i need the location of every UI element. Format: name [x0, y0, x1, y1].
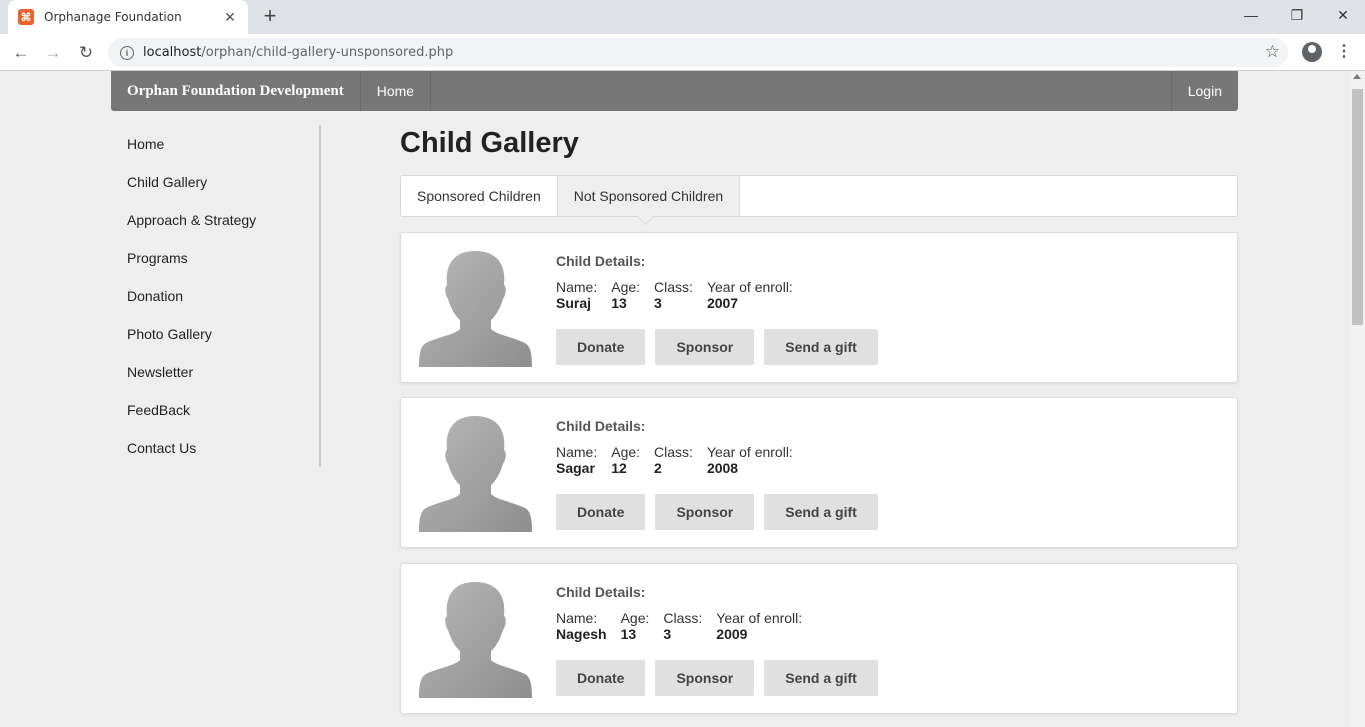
- send-gift-button[interactable]: Send a gift: [764, 494, 878, 530]
- name-label: Name:: [556, 444, 598, 460]
- browser-tab-strip: ⌘ Orphanage Foundation ✕ + — ❐ ✕: [0, 0, 1365, 34]
- age-label: Age:: [611, 444, 641, 460]
- forward-icon[interactable]: →: [40, 40, 66, 66]
- reload-icon[interactable]: ↻: [73, 40, 99, 66]
- nav-login-link[interactable]: Login: [1170, 71, 1238, 111]
- age-label: Age:: [611, 279, 641, 295]
- brand-link[interactable]: Orphan Foundation Development: [111, 71, 361, 111]
- gallery-tabs: Sponsored Children Not Sponsored Childre…: [400, 175, 1238, 217]
- site-favicon-icon: ⌘: [18, 9, 34, 25]
- send-gift-button[interactable]: Send a gift: [764, 329, 878, 365]
- child-year: 2009: [716, 626, 748, 642]
- avatar-placeholder-icon: [419, 251, 532, 367]
- page-viewport: Orphan Foundation Development Home Login…: [0, 71, 1365, 727]
- year-label: Year of enroll:: [706, 444, 793, 460]
- back-icon[interactable]: ←: [8, 40, 34, 66]
- tab-not-sponsored[interactable]: Not Sponsored Children: [557, 176, 741, 216]
- child-class: 3: [654, 295, 662, 311]
- tab-title: Orphanage Foundation: [44, 10, 182, 24]
- child-card: Child Details: Name: Suraj Age: 13 Class: 3…: [400, 232, 1238, 383]
- details-heading: Child Details:: [556, 418, 646, 434]
- sidebar-item-photo-gallery[interactable]: Photo Gallery: [111, 315, 319, 353]
- bookmark-star-icon[interactable]: ☆: [1265, 42, 1280, 62]
- top-navbar: Orphan Foundation Development Home Login: [111, 71, 1238, 111]
- scrollbar-thumb[interactable]: [1352, 89, 1363, 325]
- child-card: Child Details: Name: Sagar Age: 12 Class: 2…: [400, 397, 1238, 548]
- avatar-placeholder-icon: [419, 416, 532, 532]
- child-name: Nagesh: [556, 626, 607, 642]
- sidebar-nav: Home Child Gallery Approach & Strategy P…: [111, 125, 321, 467]
- sidebar-item-approach[interactable]: Approach & Strategy: [111, 201, 319, 239]
- card-actions: Donate Sponsor Send a gift: [556, 494, 878, 530]
- url-host: localhost: [143, 45, 202, 60]
- child-age: 12: [611, 460, 627, 476]
- card-actions: Donate Sponsor Send a gift: [556, 660, 878, 696]
- donate-button[interactable]: Donate: [556, 494, 646, 530]
- name-label: Name:: [556, 610, 598, 626]
- sidebar-item-child-gallery[interactable]: Child Gallery: [111, 163, 319, 201]
- child-details: Child Details: Name: Sagar Age: 12 Class: 2…: [556, 418, 793, 476]
- year-label: Year of enroll:: [716, 610, 803, 626]
- send-gift-button[interactable]: Send a gift: [764, 660, 878, 696]
- info-icon[interactable]: i: [120, 45, 134, 60]
- donate-button[interactable]: Donate: [556, 329, 646, 365]
- child-age: 13: [620, 626, 637, 642]
- close-tab-icon[interactable]: ✕: [222, 9, 238, 26]
- donate-button[interactable]: Donate: [556, 660, 646, 696]
- age-label: Age:: [620, 610, 650, 626]
- child-class: 3: [663, 626, 672, 642]
- year-label: Year of enroll:: [706, 279, 793, 295]
- profile-icon[interactable]: [1302, 42, 1322, 62]
- avatar-placeholder-icon: [419, 582, 532, 698]
- sidebar-item-contact[interactable]: Contact Us: [111, 429, 319, 467]
- child-card: Child Details: Name: Nagesh Age: 13 Class:…: [400, 563, 1238, 714]
- sponsor-button[interactable]: Sponsor: [655, 329, 755, 365]
- details-heading: Child Details:: [556, 253, 646, 269]
- child-name: Sagar: [556, 460, 595, 476]
- child-class: 2: [654, 460, 662, 476]
- address-bar[interactable]: i localhost/orphan/child-gallery-unspons…: [108, 38, 1288, 67]
- sponsor-button[interactable]: Sponsor: [655, 660, 755, 696]
- page-scrollbar[interactable]: [1350, 71, 1365, 727]
- card-actions: Donate Sponsor Send a gift: [556, 329, 878, 365]
- child-year: 2007: [706, 295, 739, 311]
- child-details: Child Details: Name: Suraj Age: 13 Class: 3…: [556, 253, 793, 311]
- browser-menu-icon[interactable]: ⋮: [1336, 41, 1352, 61]
- browser-tab[interactable]: ⌘ Orphanage Foundation ✕: [8, 0, 248, 34]
- sidebar-item-donation[interactable]: Donation: [111, 277, 319, 315]
- url-text: localhost/orphan/child-gallery-unsponsor…: [143, 45, 453, 60]
- child-name: Suraj: [556, 295, 592, 311]
- restore-icon[interactable]: ❐: [1274, 0, 1320, 30]
- new-tab-icon[interactable]: +: [258, 5, 282, 29]
- sidebar-item-newsletter[interactable]: Newsletter: [111, 353, 319, 391]
- nav-home-link[interactable]: Home: [361, 71, 432, 111]
- sponsor-button[interactable]: Sponsor: [655, 494, 755, 530]
- child-year: 2008: [706, 460, 739, 476]
- minimize-icon[interactable]: —: [1228, 0, 1274, 30]
- details-heading: Child Details:: [556, 584, 646, 600]
- child-age: 13: [611, 295, 627, 311]
- tab-sponsored[interactable]: Sponsored Children: [401, 176, 558, 216]
- sidebar-item-programs[interactable]: Programs: [111, 239, 319, 277]
- class-label: Class:: [654, 444, 693, 460]
- class-label: Class:: [654, 279, 693, 295]
- url-path: /orphan/child-gallery-unsponsored.php: [201, 45, 454, 60]
- close-window-icon[interactable]: ✕: [1320, 0, 1365, 30]
- page-title: Child Gallery: [400, 127, 579, 159]
- class-label: Class:: [663, 610, 703, 626]
- name-label: Name:: [556, 279, 598, 295]
- sidebar-item-feedback[interactable]: FeedBack: [111, 391, 319, 429]
- scroll-up-arrow-icon[interactable]: [1353, 74, 1361, 79]
- browser-toolbar: ← → ↻ i localhost/orphan/child-gallery-u…: [0, 34, 1365, 71]
- child-details: Child Details: Name: Nagesh Age: 13 Class:…: [556, 584, 802, 642]
- sidebar-item-home[interactable]: Home: [111, 125, 319, 163]
